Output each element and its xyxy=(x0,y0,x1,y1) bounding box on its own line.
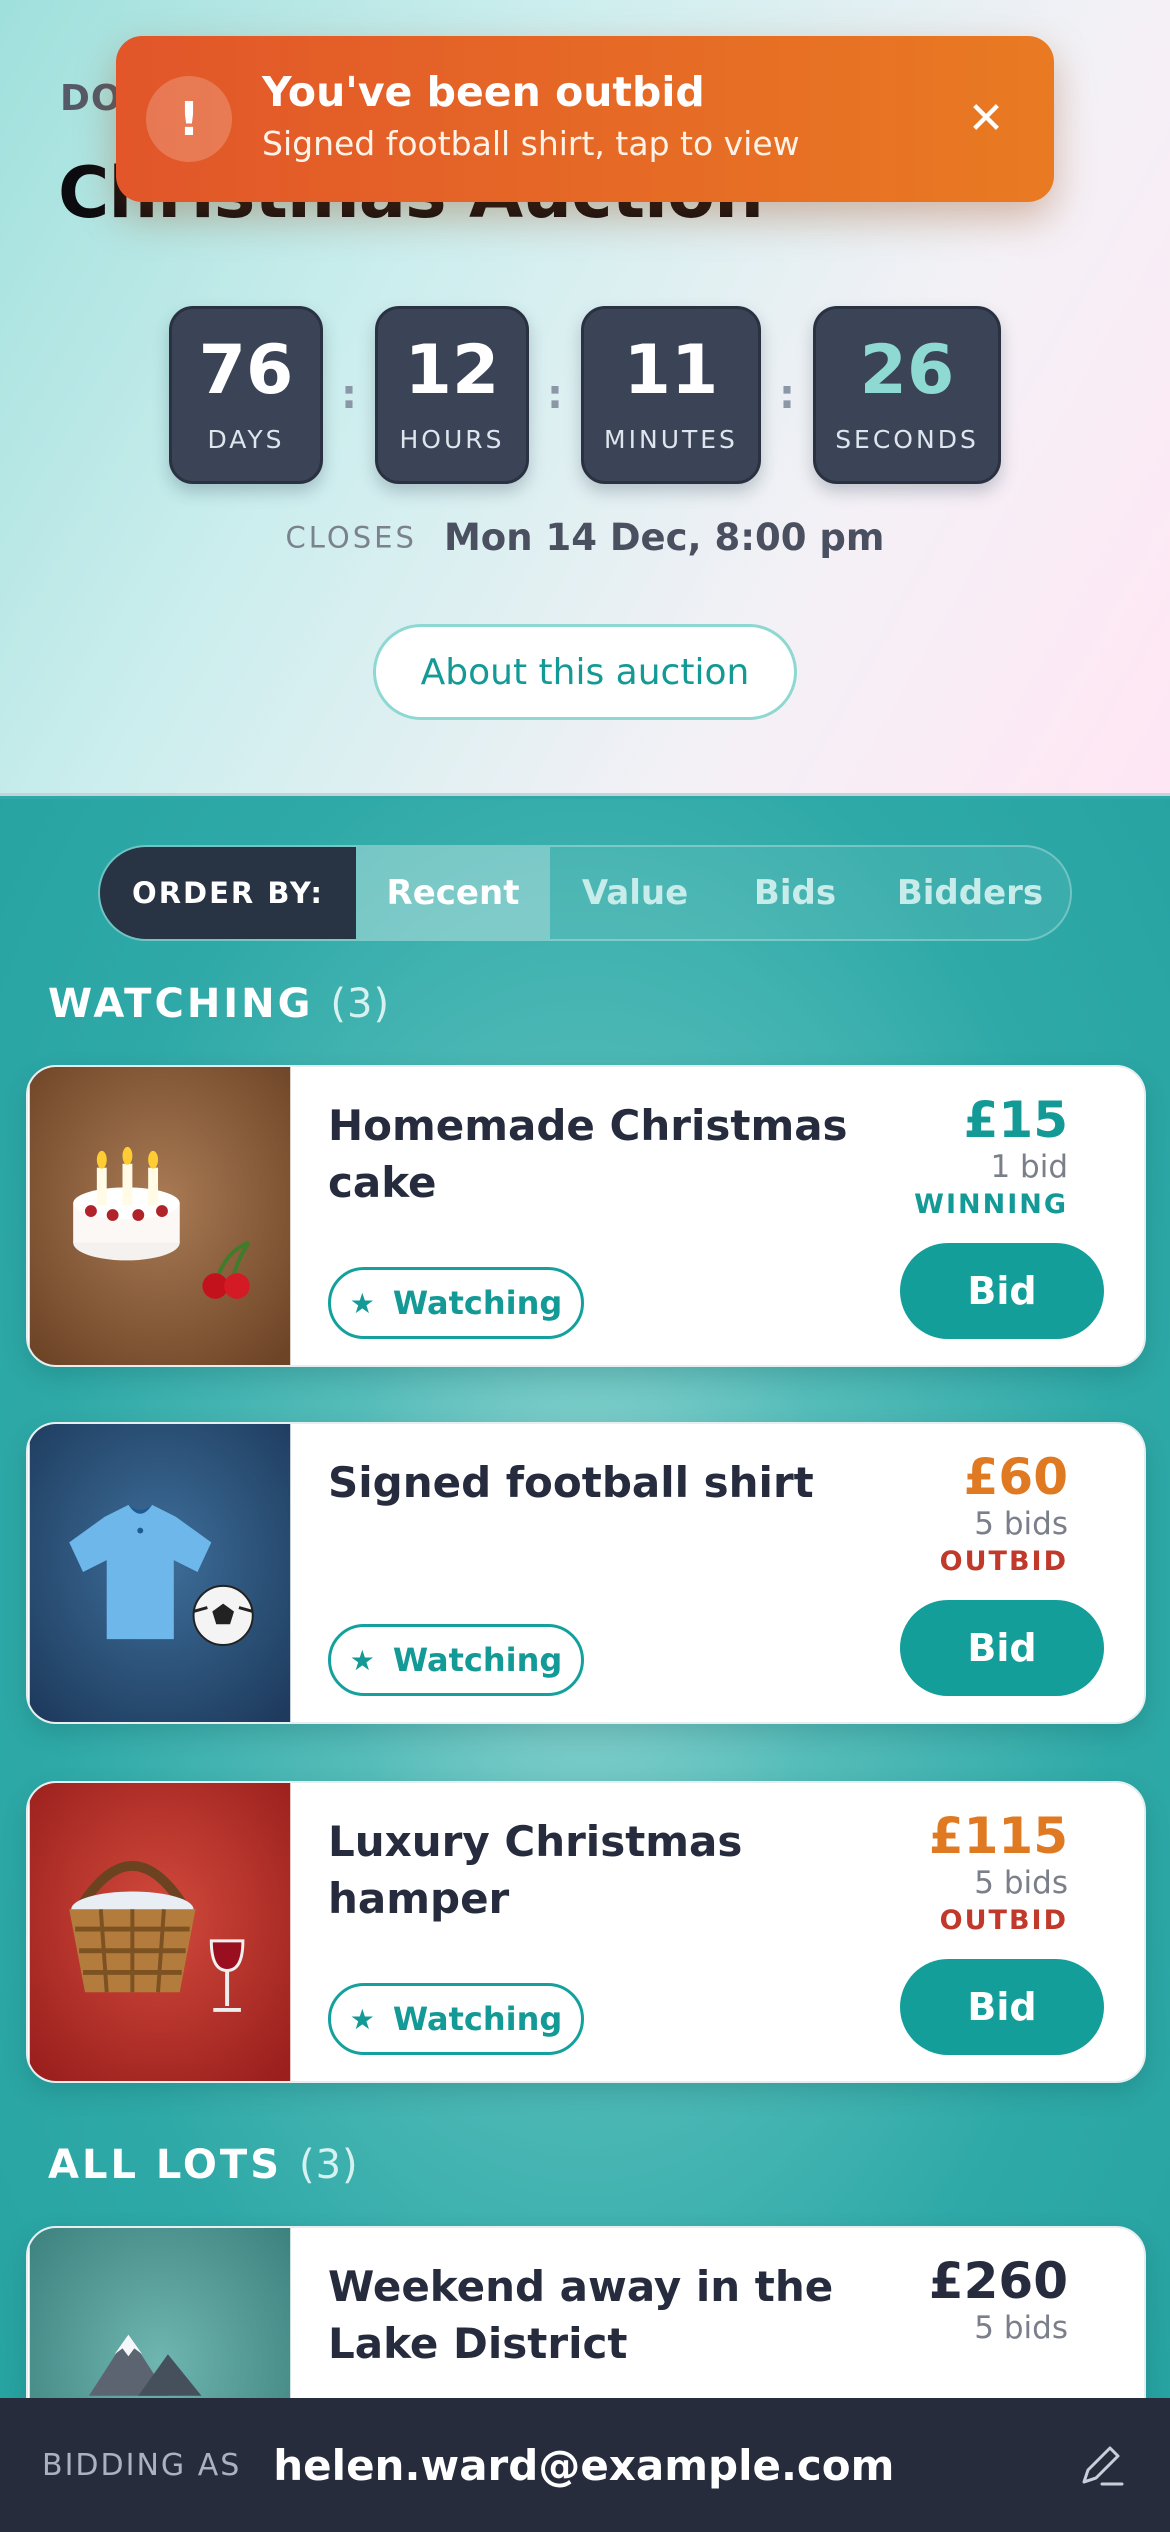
bid-button[interactable]: Bid xyxy=(900,1959,1104,2055)
sort-option-recent[interactable]: Recent xyxy=(356,847,550,939)
lot-bid-count: 5 bids xyxy=(974,2310,1068,2346)
section-all-lots-count: (3) xyxy=(298,2142,359,2188)
countdown-seconds-unit: SECONDS xyxy=(835,424,979,454)
toast-title: You've been outbid xyxy=(262,68,705,116)
countdown-minutes: 11 MINUTES xyxy=(581,306,761,484)
lot-title: Homemade Christmas cake xyxy=(328,1101,848,1207)
event-kicker: DO xyxy=(60,78,123,119)
closes-label: CLOSES xyxy=(285,520,417,555)
lot-status-badge: OUTBID xyxy=(939,1546,1068,1577)
lot-price: £115 xyxy=(928,1807,1068,1865)
watching-label: Watching xyxy=(392,1641,563,1679)
countdown-seconds: 26 SECONDS xyxy=(813,306,1001,484)
lot-card[interactable]: Luxury Christmas hamper £115 5 bids OUTB… xyxy=(26,1781,1146,2083)
about-auction-button[interactable]: About this auction xyxy=(373,624,797,720)
section-watching-count: (3) xyxy=(330,981,391,1027)
countdown-minutes-value: 11 xyxy=(623,330,719,410)
watching-label: Watching xyxy=(392,1284,563,1322)
countdown-seconds-value: 26 xyxy=(859,330,955,410)
star-icon: ★ xyxy=(349,1643,375,1677)
section-watching-title: WATCHING xyxy=(48,981,314,1027)
countdown-separator: : xyxy=(779,372,795,418)
lot-bid-count: 5 bids xyxy=(974,1506,1068,1542)
shirt-icon xyxy=(29,1424,291,1722)
countdown-minutes-unit: MINUTES xyxy=(604,424,738,454)
star-icon: ★ xyxy=(349,1286,375,1320)
outbid-toast[interactable]: ! You've been outbid Signed football shi… xyxy=(116,36,1054,202)
section-all-lots-title: ALL LOTS xyxy=(48,2142,283,2188)
countdown-hours-unit: HOURS xyxy=(399,424,505,454)
countdown-timer: 76 DAYS : 12 HOURS : 11 MINUTES : 26 SEC… xyxy=(0,306,1170,484)
watching-button[interactable]: ★ Watching xyxy=(328,1267,584,1339)
bid-button[interactable]: Bid xyxy=(900,1600,1104,1696)
countdown-hours-value: 12 xyxy=(404,330,500,410)
lot-price: £60 xyxy=(963,1448,1068,1506)
section-all-lots-heading: ALL LOTS (3) xyxy=(48,2142,359,2188)
section-watching-heading: WATCHING (3) xyxy=(48,981,390,1027)
closing-time: CLOSES Mon 14 Dec, 8:00 pm xyxy=(0,516,1170,559)
sort-option-value[interactable]: Value xyxy=(550,847,720,939)
bid-button[interactable]: Bid xyxy=(900,1243,1104,1339)
sort-label: ORDER BY: xyxy=(100,847,356,939)
lot-status-badge: OUTBID xyxy=(939,1905,1068,1936)
countdown-hours: 12 HOURS xyxy=(375,306,529,484)
alert-icon: ! xyxy=(146,76,232,162)
sort-option-bids[interactable]: Bids xyxy=(720,847,870,939)
bidder-email: helen.ward@example.com xyxy=(273,2440,895,2490)
edit-pencil-icon[interactable] xyxy=(1076,2440,1126,2490)
watching-label: Watching xyxy=(392,2000,563,2038)
countdown-days-unit: DAYS xyxy=(207,424,285,454)
watching-button[interactable]: ★ Watching xyxy=(328,1983,584,2055)
countdown-days: 76 DAYS xyxy=(169,306,323,484)
star-icon: ★ xyxy=(349,2002,375,2036)
lot-title: Weekend away in the Lake District xyxy=(328,2262,834,2368)
lots-area: ORDER BY: Recent Value Bids Bidders WATC… xyxy=(0,799,1170,2532)
lot-bid-count: 5 bids xyxy=(974,1865,1068,1901)
lot-card[interactable]: Signed football shirt £60 5 bids OUTBID … xyxy=(26,1422,1146,1724)
countdown-separator: : xyxy=(341,372,357,418)
sort-control: ORDER BY: Recent Value Bids Bidders xyxy=(98,845,1072,941)
sort-option-bidders[interactable]: Bidders xyxy=(870,847,1070,939)
countdown-days-value: 76 xyxy=(198,330,294,410)
lot-bid-count: 1 bid xyxy=(990,1149,1068,1185)
bidding-as-label: BIDDING AS xyxy=(42,2447,242,2483)
bidding-as-bar: BIDDING AS helen.ward@example.com xyxy=(0,2398,1170,2532)
countdown-separator: : xyxy=(547,372,563,418)
cake-icon xyxy=(29,1067,291,1365)
lot-title: Luxury Christmas hamper xyxy=(328,1817,743,1923)
watching-button[interactable]: ★ Watching xyxy=(328,1624,584,1696)
closes-value: Mon 14 Dec, 8:00 pm xyxy=(443,516,885,559)
lot-title: Signed football shirt xyxy=(328,1458,814,1507)
hamper-icon xyxy=(29,1783,291,2081)
lot-price: £260 xyxy=(928,2252,1068,2310)
toast-subtitle: Signed football shirt, tap to view xyxy=(262,124,800,163)
lot-card[interactable]: Homemade Christmas cake £15 1 bid WINNIN… xyxy=(26,1065,1146,1367)
close-icon[interactable]: ✕ xyxy=(956,88,1016,148)
lot-price: £15 xyxy=(963,1091,1068,1149)
lot-status-badge: WINNING xyxy=(914,1189,1068,1220)
